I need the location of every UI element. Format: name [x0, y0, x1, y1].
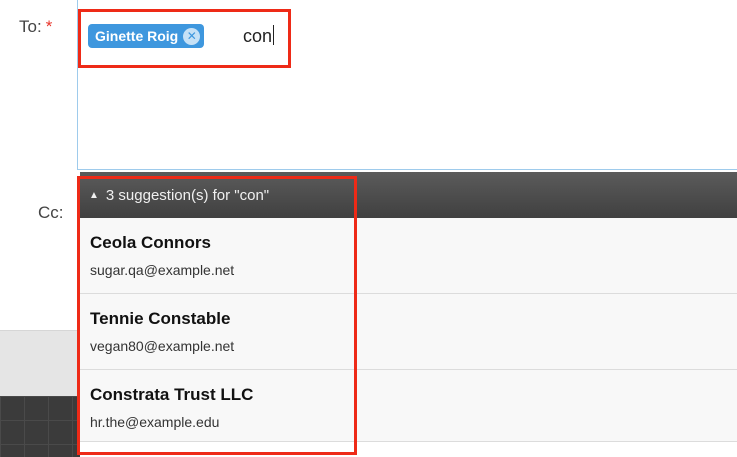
background-panel — [0, 330, 78, 397]
required-marker: * — [45, 17, 53, 36]
cc-label: Cc: — [38, 203, 64, 222]
background-grid — [0, 396, 82, 457]
highlight-box-suggestions — [77, 176, 357, 455]
to-label-text: To: — [19, 17, 42, 36]
highlight-box-to — [78, 9, 291, 68]
to-label: To: * — [19, 17, 52, 37]
